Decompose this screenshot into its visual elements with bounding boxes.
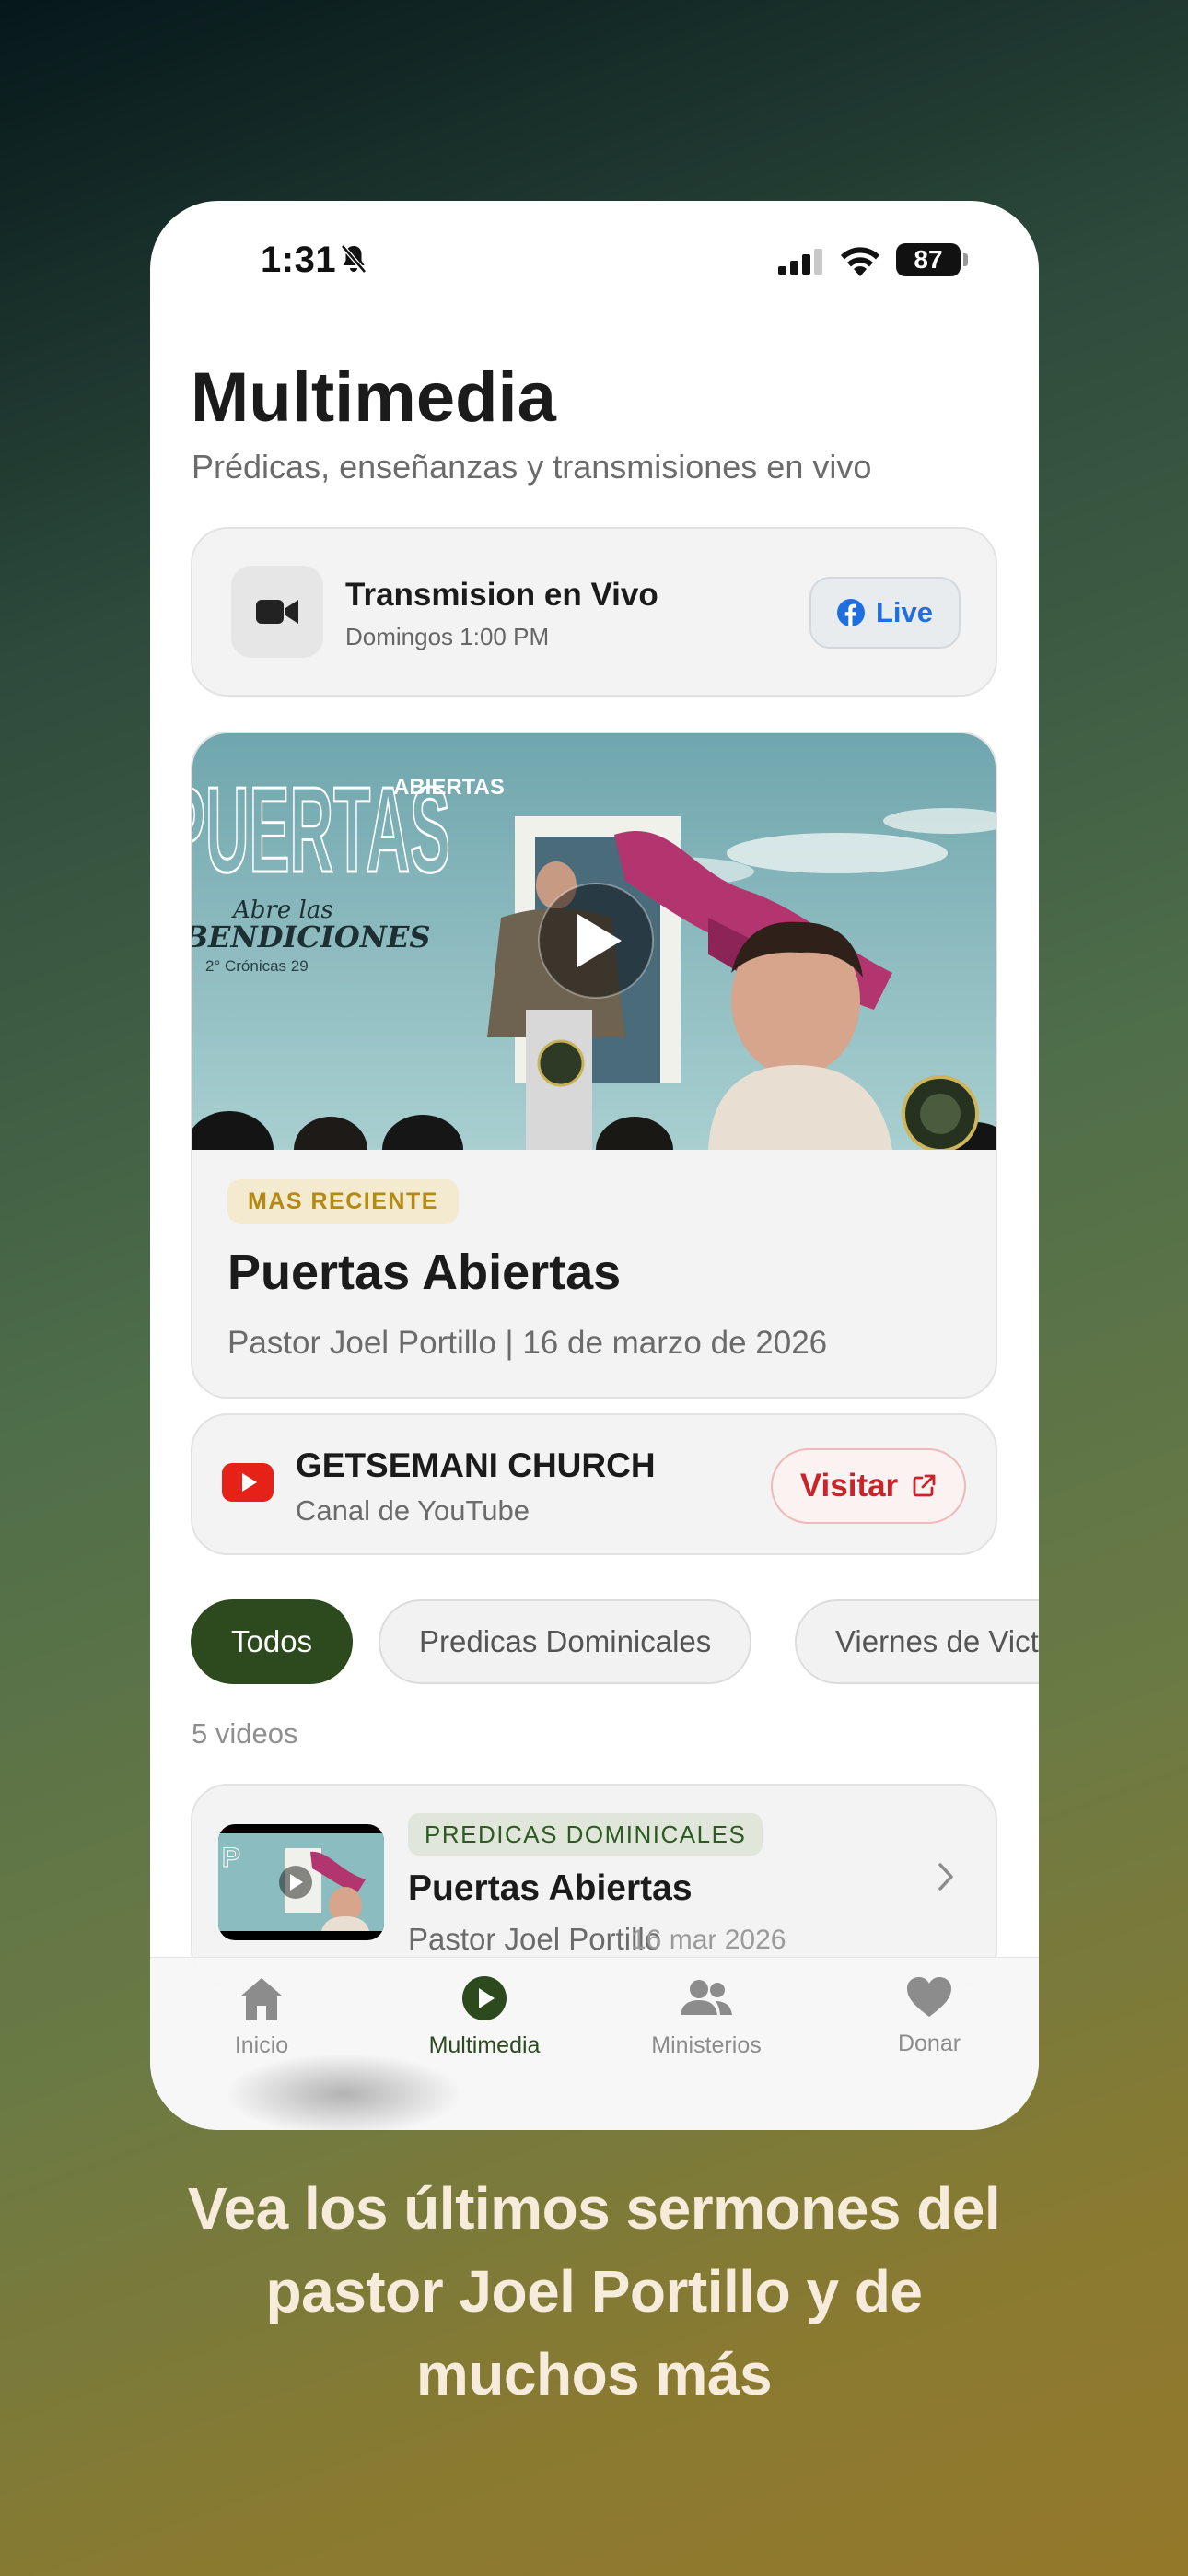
thumbnail-small-text: ABIERTAS [393,775,505,800]
chip-todos[interactable]: Todos [191,1599,354,1684]
home-icon [240,1978,283,2020]
latest-badge: MAS RECIENTE [227,1179,459,1224]
youtube-channel-name: GETSEMANI CHURCH [296,1446,656,1484]
video-camera-icon [231,566,323,658]
battery-tip [963,253,968,266]
youtube-channel-card[interactable]: GETSEMANI CHURCH Canal de YouTube Visita… [191,1413,997,1555]
featured-video-card[interactable]: PUERTAS ABIERTAS Abre las BENDICIONES 2°… [191,732,997,1399]
cellular-signal-icon [778,249,822,275]
live-stream-title: Transmision en Vivo [345,577,658,613]
live-button-label: Live [875,596,934,628]
list-item-title: Puertas Abiertas [408,1868,693,1908]
list-item-thumbnail: P [218,1824,384,1940]
list-item-date: 16 mar 2026 [631,1925,786,1955]
promo-caption: Vea los últimos sermones del pastor Joel… [0,2167,1188,2416]
tab-multimedia[interactable]: Multimedia [383,1974,586,2059]
wifi-icon [841,247,879,276]
tab-label: Donar [897,2031,961,2056]
chevron-right-icon [938,1863,953,1891]
visit-channel-button[interactable]: Visitar [771,1448,966,1524]
list-item[interactable]: P PREDICAS DOMINICALES Puertas Abiertas … [191,1784,997,1986]
list-item-author: Pastor Joel Portillo [408,1922,662,1956]
people-icon [681,1980,732,2015]
facebook-live-button[interactable]: Live [809,577,961,649]
thumbnail-script-line2: BENDICIONES [192,919,430,954]
page-title: Multimedia [191,358,556,437]
visit-button-label: Visitar [799,1468,899,1504]
svg-text:P: P [222,1843,240,1873]
chip-viernes-de-victoria[interactable]: Viernes de Victoria [795,1599,1039,1684]
tab-inicio[interactable]: Inicio [160,1974,363,2059]
bell-slash-icon [341,244,367,274]
page-subtitle: Prédicas, enseñanzas y transmisiones en … [192,448,872,486]
caption-line-3: muchos más [415,2341,773,2407]
filter-chips: Todos Predicas Dominicales Viernes de Vi… [191,1599,1039,1684]
tab-label: Multimedia [428,2032,541,2058]
tab-label: Ministerios [651,2032,762,2058]
status-bar: 1:31 87 [150,201,1039,321]
category-badge: PREDICAS DOMINICALES [408,1813,763,1856]
live-stream-card[interactable]: Transmision en Vivo Domingos 1:00 PM Liv… [191,527,997,697]
video-count: 5 videos [192,1717,298,1750]
youtube-channel-subtitle: Canal de YouTube [296,1494,530,1527]
battery-icon: 87 [896,243,961,276]
heart-icon [907,1977,951,2017]
thumbnail-verse: 2° Crónicas 29 [205,957,309,975]
decorative-shadow [224,2053,463,2130]
featured-thumbnail[interactable]: PUERTAS ABIERTAS Abre las BENDICIONES 2°… [192,733,996,1150]
tab-donar[interactable]: Donar [828,1974,1031,2057]
featured-title: Puertas Abiertas [227,1245,622,1300]
featured-meta: Pastor Joel Portillo | 16 de marzo de 20… [227,1325,828,1361]
play-circle-icon [462,1976,507,2020]
chip-predicas-dominicales[interactable]: Predicas Dominicales [379,1599,752,1684]
youtube-icon [222,1463,274,1502]
live-stream-schedule: Domingos 1:00 PM [345,623,550,650]
external-link-icon [913,1474,936,1497]
facebook-icon [836,599,865,626]
phone-screen: 1:31 87 Multimedia Prédicas, enseñanzas … [150,201,1039,2130]
caption-line-2: pastor Joel Portillo y de [265,2258,924,2324]
tab-ministerios[interactable]: Ministerios [605,1974,808,2059]
caption-line-1: Vea los últimos sermones del [187,2175,1001,2242]
status-time: 1:31 [261,240,337,280]
